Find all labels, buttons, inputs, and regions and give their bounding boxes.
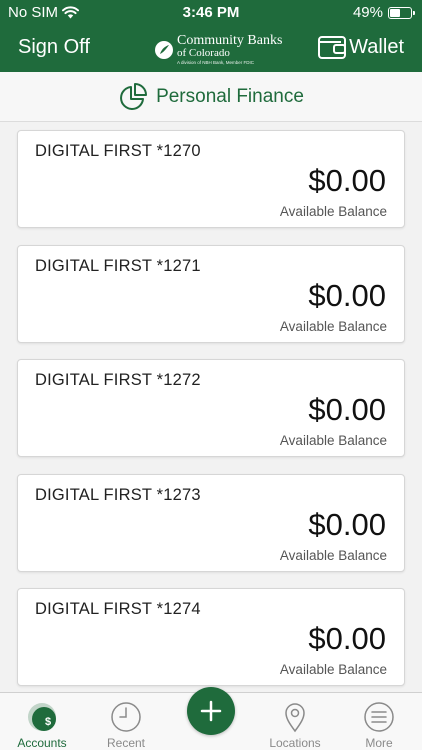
bank-logo-icon — [155, 40, 173, 59]
account-name: DIGITAL FIRST *1270 — [35, 142, 201, 160]
plus-icon — [200, 700, 222, 722]
battery-icon — [388, 6, 415, 19]
accounts-icon — [26, 701, 58, 733]
bank-logo: Community Banks of Colorado A division o… — [154, 34, 282, 66]
account-card[interactable]: DIGITAL FIRST *1272 $0.00 Available Bala… — [17, 359, 405, 458]
tab-locations-label: Locations — [269, 736, 321, 750]
sign-off-button[interactable]: Sign Off — [18, 36, 90, 59]
wallet-button[interactable]: Wallet — [317, 33, 404, 61]
wallet-label: Wallet — [349, 35, 404, 58]
location-pin-icon — [279, 701, 311, 733]
balance-label: Available Balance — [279, 662, 387, 678]
account-name: DIGITAL FIRST *1274 — [35, 600, 201, 619]
logo-line-2: of Colorado — [177, 47, 230, 59]
tab-recent[interactable]: Recent — [84, 701, 168, 750]
pie-chart-icon — [120, 82, 148, 110]
battery-fill — [390, 8, 400, 17]
battery-percent: 49% — [352, 4, 383, 21]
personal-finance-button[interactable]: Personal Finance — [0, 72, 422, 122]
navigation-bar: Sign Off Community Banks of Colorado A d… — [0, 24, 422, 72]
balance-label: Available Balance — [279, 318, 387, 334]
battery-status: 49% — [352, 4, 415, 21]
tab-recent-label: Recent — [106, 736, 146, 750]
bottom-tab-bar: $ Accounts Recent Locations More — [0, 687, 422, 750]
tab-accounts[interactable]: $ Accounts — [0, 701, 84, 750]
tab-more[interactable]: More — [337, 701, 421, 750]
balance-label: Available Balance — [279, 433, 387, 449]
clock-icon — [110, 701, 142, 733]
status-bar: No SIM 3:46 PM 49% — [0, 0, 422, 24]
account-card[interactable]: DIGITAL FIRST *1270 $0.00 Available Bala… — [17, 130, 405, 228]
tab-accounts-label: Accounts — [17, 736, 67, 750]
account-balance: $0.00 — [308, 506, 386, 542]
balance-label: Available Balance — [279, 547, 387, 563]
tab-locations[interactable]: Locations — [253, 701, 337, 750]
account-card[interactable]: DIGITAL FIRST *1271 $0.00 Available Bala… — [17, 244, 405, 343]
wallet-icon — [318, 36, 347, 59]
account-balance: $0.00 — [308, 163, 386, 198]
bank-logo-text: Community Banks of Colorado A division o… — [177, 34, 282, 66]
personal-finance-label: Personal Finance — [156, 85, 304, 107]
account-card[interactable]: DIGITAL FIRST *1274 $0.00 Available Bala… — [17, 588, 405, 687]
account-name: DIGITAL FIRST *1272 — [35, 371, 201, 390]
tab-more-label: More — [365, 736, 393, 750]
logo-line-3: A division of NBH Bank, Member FDIC — [177, 60, 255, 65]
account-card[interactable]: DIGITAL FIRST *1273 $0.00 Available Bala… — [17, 473, 405, 572]
menu-icon — [363, 701, 395, 733]
balance-label: Available Balance — [279, 204, 387, 219]
account-balance: $0.00 — [308, 621, 386, 657]
account-name: DIGITAL FIRST *1273 — [35, 485, 201, 504]
tab-accounts-badge: $ — [45, 716, 52, 728]
accounts-list: DIGITAL FIRST *1270 $0.00 Available Bala… — [17, 130, 405, 703]
account-balance: $0.00 — [308, 277, 386, 313]
account-balance: $0.00 — [308, 392, 386, 428]
logo-line-1: Community Banks — [177, 33, 283, 48]
add-button[interactable] — [187, 687, 235, 735]
account-name: DIGITAL FIRST *1271 — [35, 256, 201, 275]
